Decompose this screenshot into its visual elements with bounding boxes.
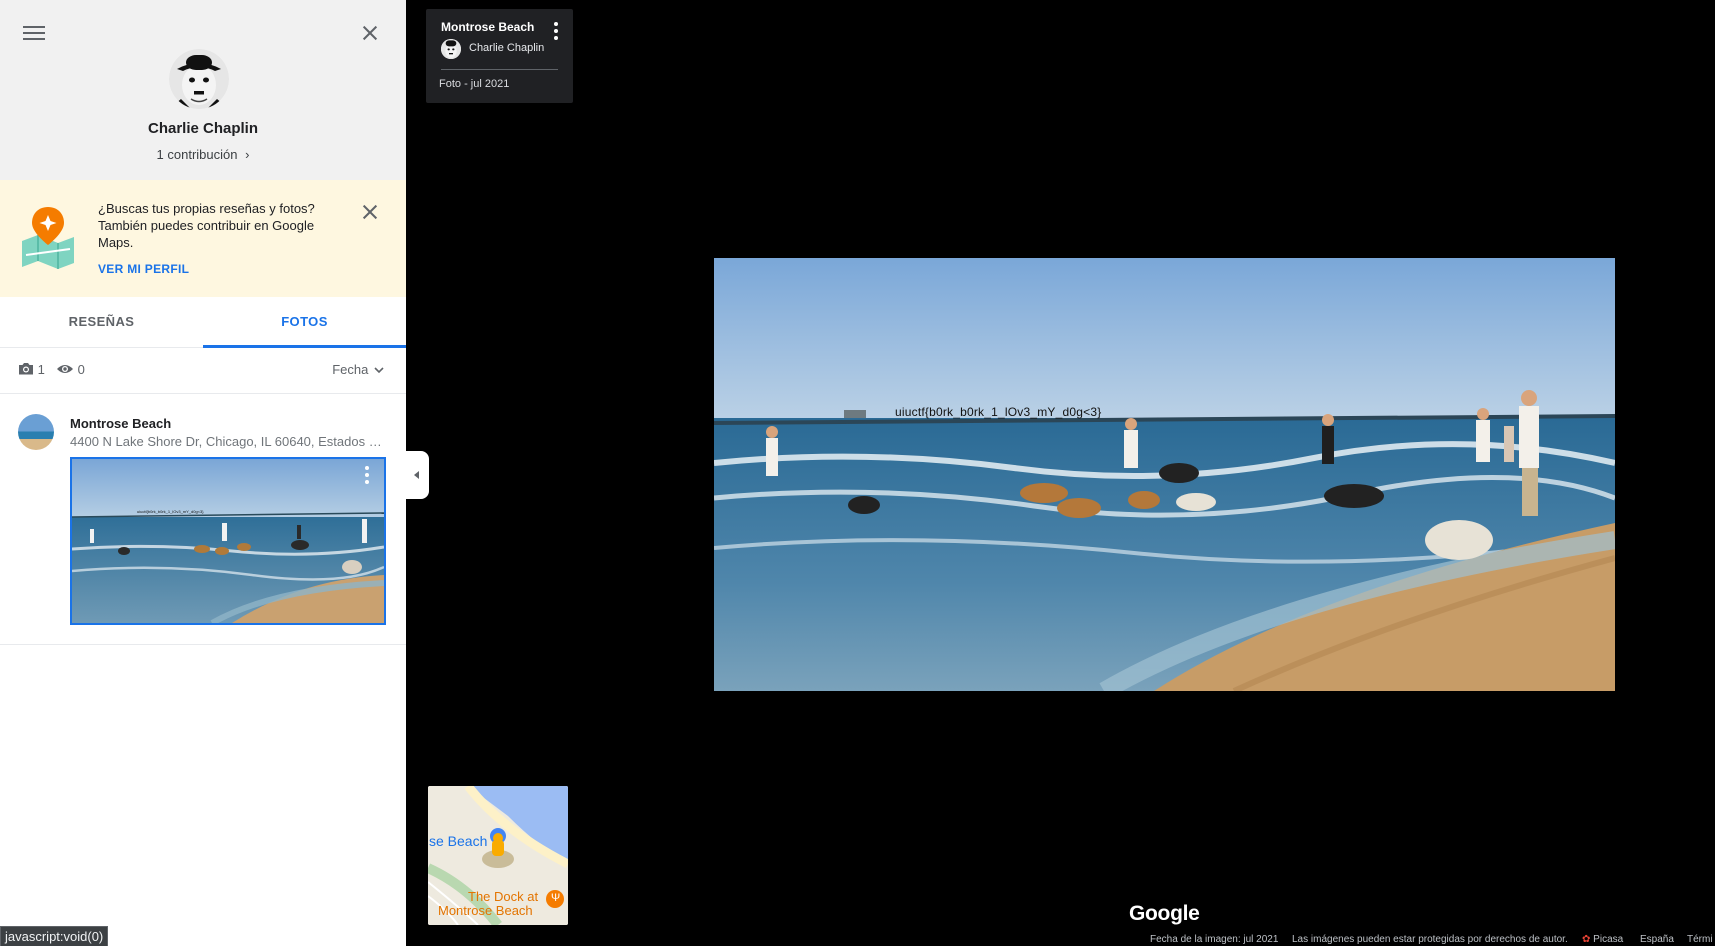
- card-more-options-icon[interactable]: [554, 22, 558, 43]
- minimap[interactable]: se Beach The Dock at Montrose Beach Ψ: [428, 786, 568, 925]
- profile-photo: [169, 49, 229, 109]
- beach-photo: [714, 258, 1615, 691]
- collapse-panel-button[interactable]: [406, 451, 429, 499]
- eye-icon: [57, 365, 73, 373]
- minimap-label-dock-line1: The Dock at: [468, 889, 539, 904]
- author-avatar: [441, 39, 461, 59]
- image-date: Fecha de la imagen: jul 2021: [1150, 934, 1279, 945]
- close-panel-button[interactable]: [359, 22, 381, 44]
- country-link[interactable]: España: [1640, 934, 1674, 945]
- profile-name: Charlie Chaplin: [147, 120, 259, 137]
- copyright-notice: Las imágenes pueden estar protegidas por…: [1292, 934, 1568, 945]
- contributions-link[interactable]: 1 contribución ›: [0, 147, 406, 162]
- card-avatar[interactable]: [441, 39, 461, 59]
- chevron-right-icon: ›: [245, 147, 250, 162]
- photo-overlay-text: uiuctf{b0rk_b0rk_1_lOv3_mY_d0g<3}: [895, 405, 1102, 419]
- place-address: 4400 N Lake Shore Dr, Chicago, IL 60640,…: [70, 434, 386, 449]
- card-title[interactable]: Montrose Beach: [441, 20, 534, 34]
- menu-icon[interactable]: [22, 22, 46, 46]
- avatar: [169, 49, 229, 109]
- place-thumbnail[interactable]: [18, 414, 54, 450]
- terms-link[interactable]: Térmi: [1687, 934, 1713, 945]
- close-promo-button[interactable]: [359, 201, 381, 223]
- card-divider: [441, 69, 558, 70]
- source-credit[interactable]: ✿ Picasa: [1582, 934, 1623, 945]
- tab-reviews[interactable]: RESEÑAS: [0, 297, 203, 345]
- source-label: Picasa: [1593, 934, 1624, 945]
- promo-banner: ¿Buscas tus propias reseñas y fotos? Tam…: [0, 180, 406, 297]
- promo-text: ¿Buscas tus propias reseñas y fotos? Tam…: [98, 201, 315, 250]
- minimap-label-dock: The Dock at: [468, 890, 538, 904]
- photo-info-card: Montrose Beach Charlie Chaplin Foto - ju…: [426, 9, 573, 103]
- main-photo[interactable]: uiuctf{b0rk_b0rk_1_lOv3_mY_d0g<3}: [714, 258, 1615, 691]
- photo-count: 1: [18, 362, 45, 377]
- photo-count-value: 1: [37, 362, 45, 377]
- thumb-overlay-text: uiuctf{b0rk_b0rk_1_lOv3_mY_d0g<3}: [137, 509, 204, 514]
- profile-header: Charlie Chaplin 1 contribución ›: [0, 0, 406, 180]
- minimap-label-beach: se Beach: [429, 833, 488, 849]
- stats-row: 1 0 Fecha: [0, 348, 406, 394]
- camera-icon: [19, 363, 33, 375]
- place-name[interactable]: Montrose Beach: [70, 416, 171, 431]
- google-logo: Google: [1129, 902, 1200, 925]
- map-pin-icon: [22, 207, 74, 269]
- sort-dropdown[interactable]: Fecha: [332, 362, 384, 377]
- view-profile-link[interactable]: VER MI PERFIL: [98, 262, 189, 276]
- minimap-label-dock-line2: Montrose Beach: [438, 903, 533, 918]
- restaurant-icon: Ψ: [551, 892, 561, 904]
- beach-photo-thumb: [72, 459, 384, 623]
- view-count: 0: [56, 362, 85, 377]
- contributions-label: 1 contribución: [156, 147, 238, 162]
- tab-photos[interactable]: FOTOS: [203, 297, 406, 348]
- side-panel: Charlie Chaplin 1 contribución › ¿Buscas…: [0, 0, 406, 946]
- photo-thumbnail[interactable]: uiuctf{b0rk_b0rk_1_lOv3_mY_d0g<3}: [70, 457, 386, 625]
- card-author[interactable]: Charlie Chaplin: [469, 42, 544, 54]
- sort-label: Fecha: [332, 362, 369, 377]
- chevron-down-icon: [374, 367, 384, 374]
- status-bar: javascript:void(0): [0, 926, 109, 946]
- picasa-icon: ✿: [1582, 934, 1591, 945]
- more-options-icon[interactable]: [365, 466, 369, 487]
- view-count-value: 0: [77, 362, 85, 377]
- photo-entry: Montrose Beach 4400 N Lake Shore Dr, Chi…: [0, 394, 406, 645]
- tab-bar: RESEÑAS FOTOS: [0, 297, 406, 348]
- card-date: Foto - jul 2021: [439, 78, 510, 90]
